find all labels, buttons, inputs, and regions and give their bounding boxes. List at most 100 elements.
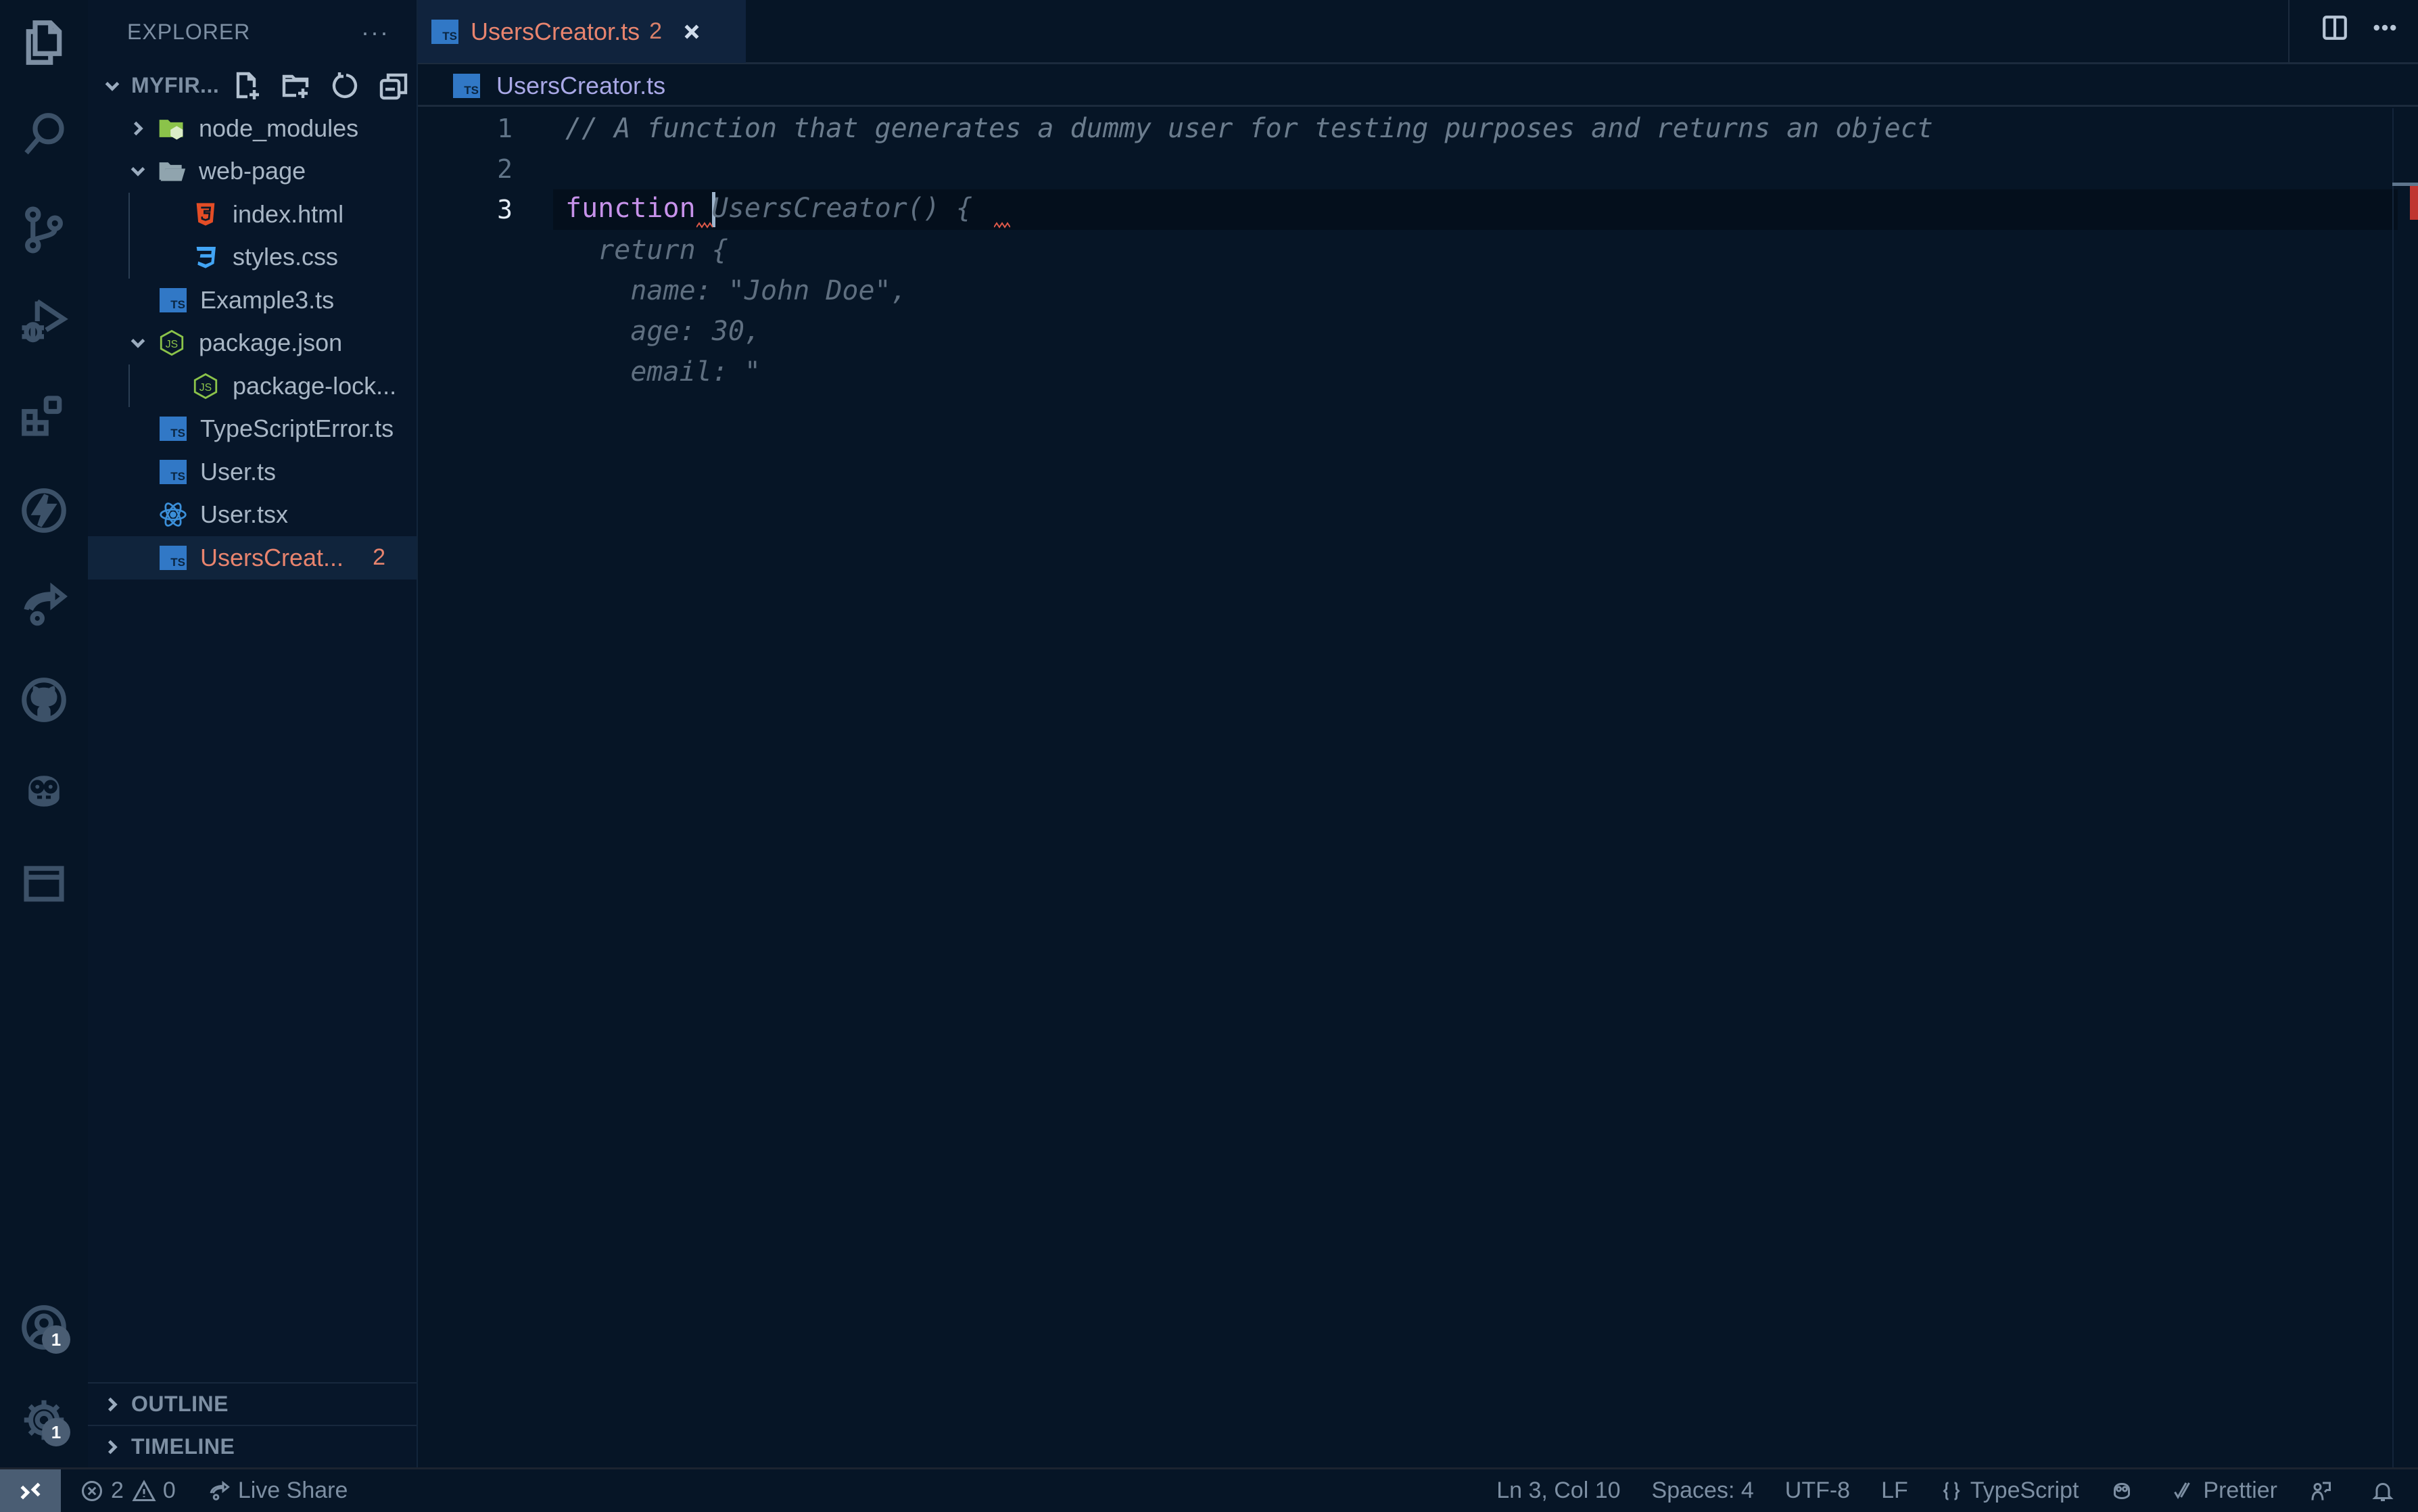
more-actions-button[interactable] — [2371, 14, 2399, 45]
notifications-button[interactable] — [2371, 1479, 2402, 1503]
copilot-icon — [28, 776, 60, 807]
code-editor[interactable]: 1 // A function that generates a dummy u… — [418, 108, 2418, 1467]
indent-guide — [128, 364, 130, 407]
warning-icon — [132, 1479, 156, 1501]
chevron-right-icon — [99, 1434, 126, 1461]
collapse-all-button[interactable] — [377, 70, 410, 105]
file-tree: node_modules web-page index.html styles.… — [88, 107, 417, 580]
tree-item-label: package.json — [199, 329, 343, 357]
tree-item-label: UsersCreat... — [200, 543, 344, 571]
tree-item-label: node_modules — [199, 114, 359, 142]
live-share-icon — [210, 1480, 230, 1501]
extensions-activity[interactable] — [14, 385, 74, 446]
explorer-sidebar: EXPLORER ··· MYFIR... node_modules web-p… — [88, 0, 418, 1467]
tree-item-index-html[interactable]: index.html — [88, 193, 417, 279]
problems-status[interactable]: 2 0 — [80, 1478, 176, 1504]
remote-indicator[interactable] — [0, 1469, 61, 1512]
explorer-header: EXPLORER ··· — [88, 0, 417, 64]
tab-actions-divider — [2288, 0, 2290, 63]
typescript-file-icon: TS — [158, 457, 188, 487]
html-file-icon — [191, 199, 220, 229]
tree-item-userscreator-ts[interactable]: TS UsersCreat... 2 — [88, 536, 417, 580]
copilot-activity[interactable] — [14, 761, 74, 822]
split-editor-button[interactable] — [2321, 14, 2349, 45]
status-bar-right: Ln 3, Col 10 Spaces: 4 UTF-8 LF TypeScri… — [1496, 1469, 2402, 1512]
tab-userscreator-ts[interactable]: TS UsersCreator.ts 2 — [418, 0, 746, 63]
settings-activity[interactable]: 1 — [14, 1390, 74, 1450]
panel-activity[interactable] — [14, 853, 74, 914]
end-of-line[interactable]: LF — [1881, 1478, 1908, 1504]
breadcrumb-file[interactable]: UsersCreator.ts — [496, 72, 665, 100]
language-label: TypeScript — [1970, 1478, 2079, 1503]
warning-count: 0 — [162, 1478, 176, 1503]
tree-item-user-tsx[interactable]: User.tsx — [88, 494, 417, 537]
language-mode[interactable]: TypeScript — [1939, 1478, 2079, 1504]
tree-item-package-lock[interactable]: JS package-lock... — [88, 364, 417, 408]
status-bar: 2 0 Live Share Ln 3, Col 10 Spaces: 4 UT… — [0, 1467, 2418, 1512]
timeline-section-header[interactable]: TIMELINE — [88, 1425, 417, 1467]
new-file-button[interactable] — [231, 70, 264, 105]
close-icon — [684, 24, 699, 39]
tree-item-package-json[interactable]: JS package.json — [88, 322, 417, 365]
tree-item-label: User.tsx — [200, 500, 289, 529]
outline-title: OUTLINE — [131, 1392, 229, 1416]
overview-ruler[interactable] — [2392, 108, 2418, 1467]
indentation[interactable]: Spaces: 4 — [1652, 1478, 1754, 1504]
github-activity[interactable] — [14, 669, 74, 730]
typescript-file-icon: TS — [158, 285, 188, 315]
workspace-actions — [231, 70, 410, 105]
prettier-label: Prettier — [2203, 1478, 2277, 1503]
tree-item-label: User.ts — [200, 457, 277, 486]
refresh-button[interactable] — [329, 70, 361, 105]
source-control-activity[interactable] — [14, 199, 74, 260]
search-activity[interactable] — [14, 105, 74, 166]
typescript-file-icon: TS — [431, 19, 458, 44]
line-text: function UsersCreator() { — [565, 192, 972, 227]
tree-item-node-modules[interactable]: node_modules — [88, 107, 417, 150]
outline-section-header[interactable]: OUTLINE — [88, 1382, 417, 1425]
ellipsis-icon — [2373, 24, 2396, 31]
inline-suggestion-line: email: " — [565, 356, 761, 387]
source-control-icon — [25, 206, 63, 254]
remote-icon — [20, 1482, 41, 1499]
new-folder-button[interactable] — [280, 70, 312, 105]
inline-suggestion-line: age: 30, — [565, 316, 761, 347]
workspace-section-header[interactable]: MYFIR... — [88, 64, 417, 107]
copilot-status[interactable] — [2110, 1479, 2141, 1503]
extensions-icon — [22, 396, 62, 436]
encoding[interactable]: UTF-8 — [1785, 1478, 1850, 1504]
line-number: 1 — [497, 114, 513, 143]
tree-item-label: Example3.ts — [200, 285, 335, 314]
workspace-name: MYFIR... — [131, 73, 220, 97]
tree-item-label: TypeScriptError.ts — [200, 415, 394, 443]
live-share-icon — [24, 582, 68, 626]
line-number: 2 — [497, 154, 513, 184]
accounts-badge: 1 — [42, 1325, 70, 1354]
run-debug-activity[interactable] — [14, 291, 74, 352]
split-editor-icon — [2323, 16, 2347, 40]
tree-item-example3-ts[interactable]: TS Example3.ts — [88, 279, 417, 322]
explorer-title: EXPLORER — [127, 20, 251, 44]
error-squiggle — [994, 222, 1010, 229]
editor-tab-bar: TS UsersCreator.ts 2 — [418, 0, 2418, 64]
tree-item-styles-css[interactable]: styles.css — [88, 236, 417, 279]
code-line: 1 // A function that generates a dummy u… — [418, 108, 1933, 149]
cursor-position[interactable]: Ln 3, Col 10 — [1496, 1478, 1620, 1504]
svg-text:JS: JS — [166, 339, 178, 350]
typescript-file-icon: TS — [158, 543, 188, 573]
inline-suggestion-line: return { — [565, 235, 728, 266]
thunder-client-activity[interactable] — [14, 480, 74, 541]
close-tab-button[interactable] — [678, 18, 705, 45]
more-actions-icon[interactable]: ··· — [361, 18, 389, 47]
svg-text:JS: JS — [199, 382, 212, 394]
tree-item-user-ts[interactable]: TS User.ts — [88, 450, 417, 494]
live-share-status[interactable]: Live Share — [207, 1478, 348, 1504]
tree-item-web-page[interactable]: web-page — [88, 150, 417, 193]
prettier-status[interactable]: Prettier — [2172, 1478, 2277, 1504]
feedback-button[interactable] — [2308, 1479, 2340, 1503]
accounts-activity[interactable]: 1 — [14, 1297, 74, 1358]
tree-item-typescripterror-ts[interactable]: TS TypeScriptError.ts — [88, 408, 417, 451]
node-folder-icon — [157, 114, 187, 143]
live-share-activity[interactable] — [14, 575, 74, 636]
explorer-activity[interactable] — [14, 12, 74, 73]
